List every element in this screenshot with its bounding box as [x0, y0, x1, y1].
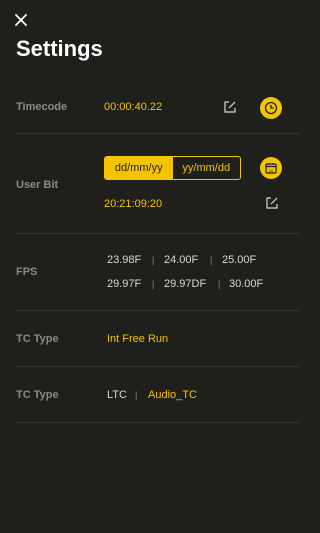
tc-type-value[interactable]: Int Free Run — [107, 333, 168, 345]
fps-option-25-00[interactable]: 25.00F — [222, 254, 256, 266]
separator: | — [210, 255, 213, 265]
calendar-day: 16 — [269, 168, 274, 173]
fps-option-29-97df[interactable]: 29.97DF — [164, 278, 206, 290]
divider — [16, 233, 300, 234]
page-title: Settings — [16, 36, 103, 61]
separator: | — [218, 279, 221, 289]
tc-option-audio-tc[interactable]: Audio_TC — [148, 389, 197, 401]
divider — [16, 366, 300, 367]
calendar-button[interactable]: 16 — [260, 157, 282, 179]
tc-type-label: TC Type — [16, 333, 59, 345]
tc-type-label: TC Type — [16, 389, 59, 401]
user-bit-value: 20:21:09:20 — [104, 198, 163, 210]
divider — [16, 310, 300, 311]
edit-icon[interactable] — [223, 100, 237, 114]
edit-icon[interactable] — [265, 196, 279, 210]
tc-option-ltc[interactable]: LTC — [107, 389, 127, 401]
fps-option-30-00[interactable]: 30.00F — [229, 278, 263, 290]
separator: | — [135, 390, 138, 400]
format-option-yy-mm-dd[interactable]: yy/mm/dd — [173, 157, 241, 179]
user-bit-label: User Bit — [16, 179, 59, 191]
clock-button[interactable] — [260, 97, 282, 119]
fps-option-23-98[interactable]: 23.98F — [107, 254, 141, 266]
timecode-label: Timecode — [16, 101, 68, 113]
format-option-dd-mm-yy[interactable]: dd/mm/yy — [105, 157, 173, 179]
separator: | — [152, 279, 155, 289]
date-format-toggle[interactable]: dd/mm/yy yy/mm/dd — [104, 156, 241, 180]
fps-option-29-97[interactable]: 29.97F — [107, 278, 141, 290]
calendar-icon: 16 — [265, 163, 277, 174]
divider — [16, 422, 300, 423]
clock-icon — [264, 101, 278, 115]
fps-label: FPS — [16, 266, 38, 278]
divider — [16, 133, 300, 134]
close-icon[interactable] — [13, 12, 29, 28]
fps-option-24-00[interactable]: 24.00F — [164, 254, 198, 266]
separator: | — [152, 255, 155, 265]
timecode-value: 00:00:40.22 — [104, 101, 163, 113]
